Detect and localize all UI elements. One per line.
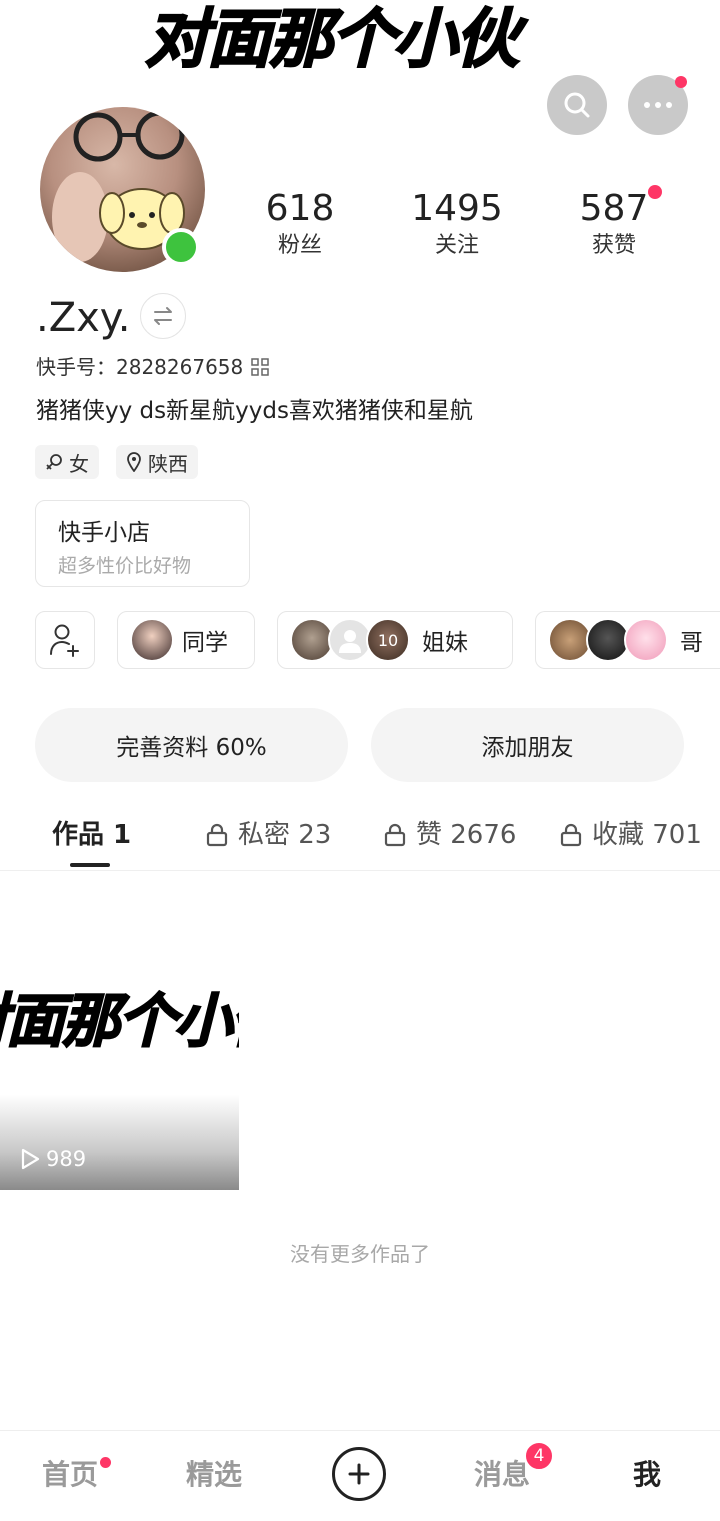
nav-me[interactable]: 我 [633, 1453, 661, 1497]
kuaishou-id-row[interactable]: 快手号：2828267658 [36, 352, 269, 382]
add-friend-group-button[interactable] [35, 611, 95, 669]
switch-account-button[interactable] [140, 293, 186, 339]
tab-liked-label: 赞 2676 [416, 820, 517, 850]
swap-icon [154, 307, 172, 325]
group-classmates[interactable]: 同学 [117, 611, 255, 669]
gender-tag: 女 [35, 445, 99, 479]
default-avatar-icon [339, 630, 361, 653]
member-avatar [130, 618, 174, 662]
complete-profile-button[interactable]: 完善资料 60% [35, 708, 348, 782]
tab-works-label: 作品 1 [52, 820, 132, 850]
shop-subtitle: 超多性价比好物 [58, 555, 192, 577]
followers-label: 粉丝 [277, 233, 322, 258]
tab-active-indicator [70, 863, 110, 867]
add-friend-button[interactable]: 添加朋友 [371, 708, 684, 782]
following-count: 1495 [411, 188, 503, 229]
group-brothers[interactable]: 哥 [535, 611, 720, 669]
group-sisters[interactable]: 10 姐妹 [277, 611, 513, 669]
create-button[interactable] [332, 1447, 386, 1501]
tab-favorites[interactable]: 收藏 701 [560, 815, 720, 855]
nav-featured[interactable]: 精选 [186, 1453, 242, 1497]
following-label: 关注 [434, 233, 479, 258]
lock-icon [384, 823, 406, 847]
bio: 猪猪侠yy ds新星航yyds喜欢猪猪侠和星航 [36, 398, 473, 424]
search-button[interactable] [547, 75, 607, 135]
group-sisters-label: 姐妹 [422, 630, 468, 656]
tab-private-label: 私密 23 [238, 820, 332, 850]
followers-count: 618 [265, 188, 335, 229]
stat-likes[interactable]: 587 获赞 [554, 188, 674, 262]
play-count-value: 989 [46, 1147, 87, 1171]
lock-icon [560, 823, 582, 847]
bottom-nav: 首页 精选 消息 4 我 [0, 1430, 720, 1521]
online-status-dot [162, 228, 200, 266]
shop-title: 快手小店 [58, 520, 150, 546]
tab-private[interactable]: 私密 23 [206, 815, 331, 855]
nav-messages[interactable]: 消息 [474, 1453, 530, 1497]
lock-icon [206, 823, 228, 847]
work-title: 对面那个小伙 [0, 987, 239, 1055]
member-avatar [624, 618, 668, 662]
tab-works[interactable]: 作品 1 [52, 815, 131, 855]
search-icon [564, 92, 590, 118]
username: .Zxy. [36, 295, 131, 341]
home-notification-dot [100, 1457, 111, 1468]
plus-icon [348, 1463, 370, 1485]
location-pin-icon [127, 452, 141, 472]
member-count-avatar: 10 [366, 618, 410, 662]
kuaishou-id: 快手号：2828267658 [36, 355, 244, 379]
likes-label: 获赞 [591, 233, 636, 258]
more-icon [644, 102, 672, 108]
no-more-works-note: 没有更多作品了 [290, 1242, 430, 1266]
profile-banner: 对面那个小伙 [0, 0, 720, 100]
add-user-icon [50, 624, 79, 657]
nav-home[interactable]: 首页 [42, 1453, 98, 1497]
tab-liked[interactable]: 赞 2676 [384, 815, 516, 855]
stat-following[interactable]: 1495 关注 [397, 188, 517, 262]
location-label: 陕西 [148, 451, 188, 476]
play-icon [21, 1148, 40, 1170]
tab-favorites-label: 收藏 701 [592, 820, 702, 850]
stat-followers[interactable]: 618 粉丝 [240, 188, 360, 262]
more-notification-dot [675, 76, 687, 88]
group-classmates-label: 同学 [182, 630, 228, 656]
location-tag: 陕西 [116, 445, 198, 479]
female-icon [46, 454, 62, 470]
member-count: 10 [377, 630, 399, 650]
play-count: 989 [20, 1147, 86, 1171]
group-brothers-label: 哥 [680, 630, 703, 656]
kuaishou-shop-card[interactable]: 快手小店 超多性价比好物 [35, 500, 250, 587]
messages-badge: 4 [524, 1441, 554, 1471]
qrcode-icon [251, 358, 269, 376]
tabs-divider [0, 870, 720, 871]
work-thumbnail[interactable]: 对面那个小伙 989 [0, 872, 239, 1190]
banner-title: 对面那个小伙 [144, 3, 520, 77]
gender-label: 女 [69, 451, 89, 476]
likes-notification-dot [648, 185, 662, 199]
